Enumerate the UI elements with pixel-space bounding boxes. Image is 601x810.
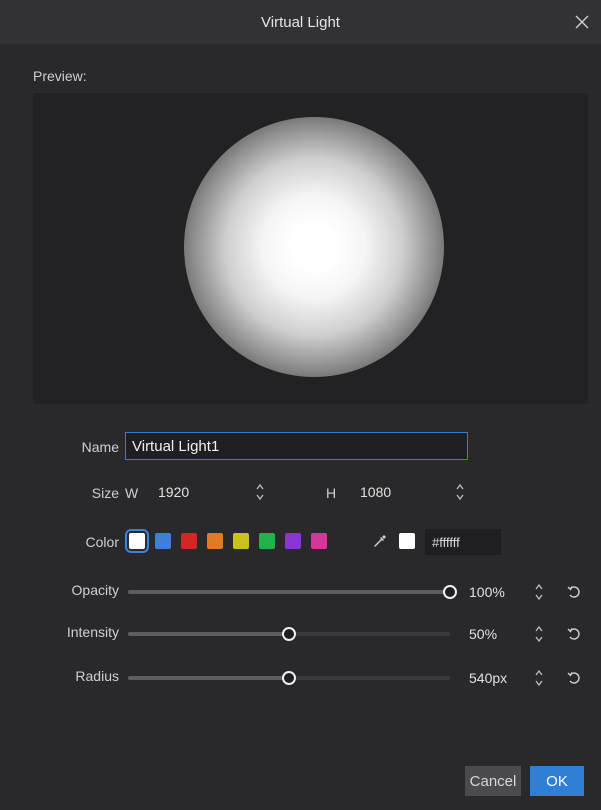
slider-label: Opacity (71, 582, 119, 598)
size-label: Size (91, 485, 119, 501)
slider-handle[interactable] (282, 627, 296, 641)
color-swatch[interactable] (181, 533, 197, 549)
slider-track[interactable] (128, 671, 450, 685)
stepper-icon[interactable] (533, 622, 545, 646)
color-swatch[interactable] (259, 533, 275, 549)
height-field[interactable]: 1080 (360, 479, 391, 505)
stepper-icon[interactable] (533, 666, 545, 690)
height-value: 1080 (360, 484, 392, 500)
width-stepper-icon[interactable] (254, 480, 266, 504)
reset-icon[interactable] (566, 626, 582, 642)
width-label: W (125, 485, 139, 501)
slider-track[interactable] (128, 585, 457, 599)
name-label: Name (81, 439, 119, 455)
cancel-button[interactable]: Cancel (465, 766, 521, 796)
slider-track[interactable] (128, 627, 450, 641)
height-stepper-icon[interactable] (454, 480, 466, 504)
stepper-icon[interactable] (533, 580, 545, 604)
slider-fill (128, 590, 450, 594)
color-label: Color (85, 534, 119, 550)
name-input[interactable] (125, 432, 468, 460)
reset-icon[interactable] (566, 670, 582, 686)
slider-handle[interactable] (282, 671, 296, 685)
hex-color-field[interactable]: #ffffff (425, 529, 501, 555)
height-label: H (326, 485, 337, 501)
color-swatch[interactable] (233, 533, 249, 549)
color-swatch[interactable] (155, 533, 171, 549)
slider-fill (128, 676, 289, 680)
ok-button[interactable]: OK (530, 766, 584, 796)
width-value: 1920 (158, 484, 190, 500)
slider-handle[interactable] (443, 585, 457, 599)
slider-fill (128, 632, 289, 636)
dialog-title: Virtual Light (261, 13, 340, 31)
preview-canvas (33, 93, 588, 404)
virtual-light-dialog: Virtual Light Preview: Name Size W 1920 … (0, 0, 601, 810)
width-field[interactable]: 1920 (158, 479, 189, 505)
current-color-swatch[interactable] (399, 533, 415, 549)
preview-label: Preview: (33, 68, 87, 84)
color-swatch[interactable] (125, 529, 149, 553)
eyedropper-icon[interactable] (372, 533, 388, 549)
slider-label: Radius (75, 668, 119, 684)
color-swatch[interactable] (207, 533, 223, 549)
color-swatch[interactable] (311, 533, 327, 549)
light-glow (184, 117, 444, 377)
slider-label: Intensity (66, 624, 119, 640)
close-icon[interactable] (571, 11, 593, 33)
color-swatch[interactable] (285, 533, 301, 549)
reset-icon[interactable] (566, 584, 582, 600)
title-bar: Virtual Light (0, 0, 601, 44)
